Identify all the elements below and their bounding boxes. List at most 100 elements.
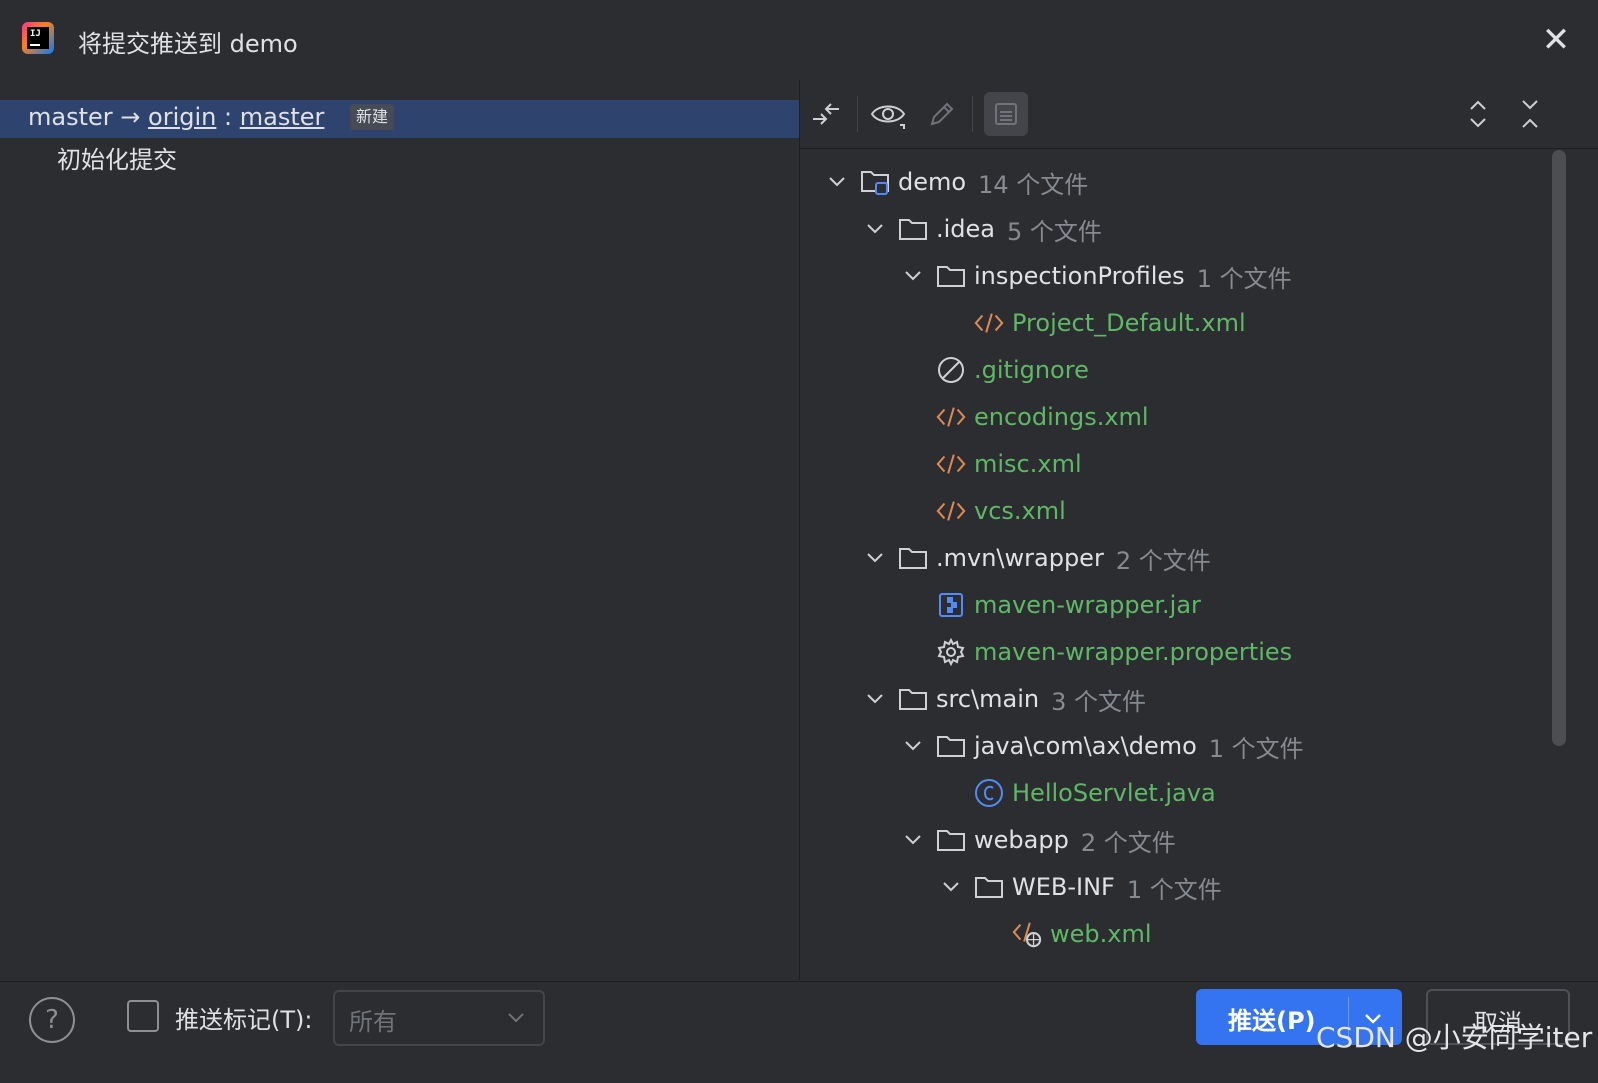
file-name: web.xml (1050, 920, 1152, 948)
gear-icon (936, 637, 966, 667)
file-name: encodings.xml (974, 403, 1149, 431)
file-count: 1 个文件 (1196, 264, 1292, 293)
file-count: 2 个文件 (1115, 546, 1211, 575)
tree-row[interactable]: web.xml (1012, 911, 1152, 957)
window-title: 将提交推送到 demo (78, 30, 298, 58)
tree-row[interactable]: maven-wrapper.properties (936, 629, 1292, 675)
collapse-to-arrow-icon[interactable] (804, 92, 848, 136)
new-badge: 新建 (350, 104, 395, 130)
file-count: 3 个文件 (1051, 687, 1146, 716)
toolbar-separator (972, 96, 973, 132)
tree-row[interactable]: inspectionProfiles 1 个文件 (898, 253, 1292, 299)
file-name: HelloServlet.java (1012, 779, 1216, 807)
file-name: maven-wrapper.properties (974, 638, 1293, 666)
folder-name: .mvn\wrapper (936, 544, 1104, 572)
tree-row[interactable]: Project_Default.xml (974, 300, 1246, 346)
panel-icon[interactable] (984, 92, 1028, 136)
collapse-all-icon[interactable] (1508, 92, 1552, 136)
tree-row[interactable]: misc.xml (936, 441, 1082, 487)
file-count: 1 个文件 (1126, 875, 1222, 904)
xml-icon (974, 308, 1004, 338)
arrow-icon: → (120, 103, 141, 131)
branch-row[interactable]: master → origin : master 新建 (0, 100, 799, 138)
tree-row[interactable]: .mvn\wrapper 2 个文件 (860, 535, 1211, 581)
folder-icon (898, 214, 928, 244)
xml-icon (936, 449, 966, 479)
folder-icon (936, 825, 966, 855)
chevron-down-icon[interactable] (936, 872, 966, 902)
branch-separator: : (224, 103, 233, 131)
push-button-label: 推送(P) (1228, 1007, 1316, 1035)
eye-icon[interactable] (866, 92, 910, 136)
tree-row[interactable]: java\com\ax\demo 1 个文件 (898, 723, 1304, 769)
changes-tree: demo 14 个文件 .idea 5 个文件 inspectionProfiles 1 … (800, 149, 1570, 979)
tree-row[interactable]: encodings.xml (936, 394, 1149, 440)
tree-row[interactable]: src\main 3 个文件 (860, 676, 1146, 722)
folder-icon (898, 684, 928, 714)
push-tags-label: 推送标记(T): (175, 1006, 313, 1034)
folder-name: WEB-INF (1012, 873, 1115, 901)
file-count: 14 个文件 (978, 170, 1089, 199)
commits-pane: master → origin : master 新建 初始化提交 (0, 80, 799, 980)
expand-all-icon[interactable] (1456, 92, 1500, 136)
module-folder-icon (860, 167, 890, 197)
tree-row[interactable]: .gitignore (936, 347, 1089, 393)
folder-name: src\main (936, 685, 1040, 713)
chevron-down-icon[interactable] (898, 261, 928, 291)
branch-text: master → origin : master 新建 (28, 103, 395, 131)
chevron-down-icon[interactable] (898, 731, 928, 761)
file-name: vcs.xml (974, 497, 1066, 525)
file-name: maven-wrapper.jar (974, 591, 1201, 619)
chevron-down-icon[interactable] (822, 167, 852, 197)
folder-name: webapp (974, 826, 1069, 854)
jar-icon (936, 590, 966, 620)
file-name: Project_Default.xml (1012, 309, 1246, 337)
folder-icon (936, 731, 966, 761)
tags-select[interactable]: 所有 (333, 990, 545, 1046)
tree-row[interactable]: WEB-INF 1 个文件 (936, 864, 1222, 910)
tree-scrollbar[interactable] (1552, 150, 1566, 746)
commit-item[interactable]: 初始化提交 (57, 140, 177, 175)
tree-row[interactable]: demo 14 个文件 (822, 159, 1088, 205)
file-name: misc.xml (974, 450, 1082, 478)
web-xml-icon (1012, 919, 1042, 949)
tree-row[interactable]: maven-wrapper.jar (936, 582, 1201, 628)
title-bar: IJ 将提交推送到 demo ✕ (0, 0, 1598, 80)
tags-select-value: 所有 (349, 1008, 397, 1036)
folder-icon (974, 872, 1004, 902)
push-tags-checkbox[interactable] (127, 1000, 159, 1032)
chevron-down-icon[interactable] (898, 825, 928, 855)
file-name: .gitignore (974, 356, 1089, 384)
chevron-down-icon[interactable] (860, 543, 890, 573)
xml-icon (936, 402, 966, 432)
file-count: 5 个文件 (1007, 217, 1102, 246)
folder-name: demo (898, 168, 967, 196)
file-count: 2 个文件 (1080, 828, 1176, 857)
xml-icon (936, 496, 966, 526)
java-class-icon (974, 778, 1004, 808)
chevron-down-icon (505, 1006, 527, 1032)
footer: ? 推送标记(T): 所有 推送(P) 取消 CSDN @小安同学iter (0, 981, 1598, 1083)
folder-icon (898, 543, 928, 573)
changes-pane: demo 14 个文件 .idea 5 个文件 inspectionProfiles 1 … (800, 80, 1598, 980)
toolbar-separator (857, 96, 858, 132)
tree-row[interactable]: .idea 5 个文件 (860, 206, 1102, 252)
folder-name: inspectionProfiles (974, 262, 1185, 290)
local-branch: master (28, 103, 113, 131)
ignore-icon (936, 355, 966, 385)
remote-link[interactable]: origin (148, 103, 216, 131)
close-icon[interactable]: ✕ (1538, 22, 1574, 58)
watermark: CSDN @小安同学iter (1316, 1021, 1593, 1054)
remote-branch-link[interactable]: master (240, 103, 325, 131)
pencil-icon[interactable] (920, 92, 964, 136)
tree-row[interactable]: vcs.xml (936, 488, 1066, 534)
chevron-down-icon[interactable] (860, 214, 890, 244)
folder-name: java\com\ax\demo (974, 732, 1197, 760)
intellij-logo-icon: IJ (22, 22, 54, 54)
tree-row[interactable]: webapp 2 个文件 (898, 817, 1176, 863)
tree-row[interactable]: HelloServlet.java (974, 770, 1216, 816)
folder-name: .idea (936, 215, 996, 243)
changes-toolbar (800, 80, 1598, 149)
help-button[interactable]: ? (29, 997, 75, 1043)
chevron-down-icon[interactable] (860, 684, 890, 714)
